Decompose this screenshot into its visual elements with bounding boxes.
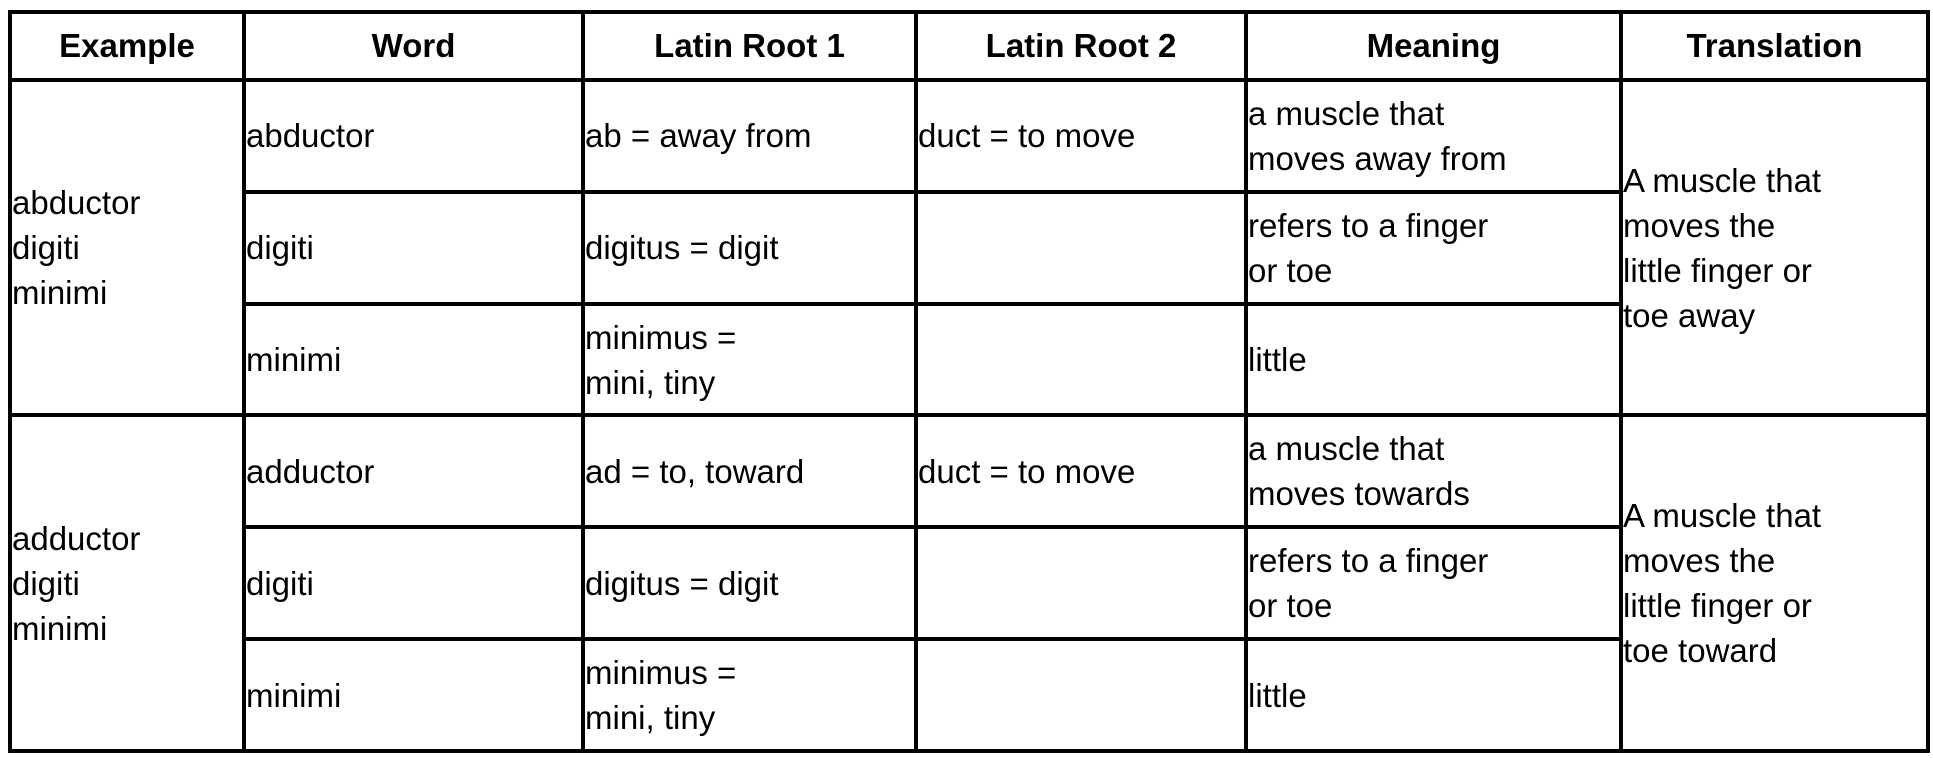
text-line: a muscle that <box>1248 430 1445 468</box>
text-line: little finger or <box>1623 251 1812 289</box>
latin-root-2-cell <box>914 637 1248 753</box>
header-latin-root-1: Latin Root 1 <box>581 10 918 82</box>
word-cell: minimi <box>242 637 585 753</box>
latin-root-2-cell: duct = to move <box>914 413 1248 530</box>
meaning-cell: refers to a finger or toe <box>1244 189 1623 306</box>
latin-root-1-cell: ad = to, toward <box>581 413 918 530</box>
word-cell: adductor <box>242 413 585 530</box>
text-line: abductor <box>12 184 141 222</box>
text-line: moves the <box>1623 542 1776 580</box>
text-line: refers to a finger <box>1248 206 1489 244</box>
text-line: ab = away from <box>585 117 812 155</box>
text-line: toe toward <box>1623 632 1778 670</box>
latin-root-1-cell: digitus = digit <box>581 189 918 306</box>
text-line: A muscle that <box>1623 497 1822 535</box>
latin-root-2-cell <box>914 525 1248 642</box>
table-row: adductor digiti minimi adductor ad = to, tow… <box>8 413 1930 753</box>
word-cell: abductor <box>242 78 585 194</box>
text-line: digitus = digit <box>585 564 779 602</box>
text-line: mini, tiny <box>585 699 716 737</box>
word-cell: digiti <box>242 525 585 642</box>
text-line: digiti <box>12 564 80 602</box>
latin-roots-table: Example Word Latin Root 1 Latin Root 2 M… <box>8 10 1930 753</box>
text-line: minimi <box>12 274 108 312</box>
text-line: moves the <box>1623 206 1776 244</box>
latin-root-2-cell <box>914 301 1248 418</box>
text-line: or toe <box>1248 251 1333 289</box>
translation-cell: A muscle that moves the little finger or to… <box>1619 413 1930 753</box>
header-word: Word <box>242 10 585 82</box>
word-cell: digiti <box>242 189 585 306</box>
meaning-cell: refers to a finger or toe <box>1244 525 1623 642</box>
text-line: mini, tiny <box>585 363 716 401</box>
latin-root-1-cell: ab = away from <box>581 78 918 194</box>
meaning-cell: a muscle that moves towards <box>1244 413 1623 530</box>
text-line: A muscle that <box>1623 161 1822 199</box>
latin-root-1-cell: digitus = digit <box>581 525 918 642</box>
meaning-cell: little <box>1244 637 1623 753</box>
text-line: little finger or <box>1623 587 1812 625</box>
text-line: adductor <box>12 519 141 557</box>
meaning-cell: little <box>1244 301 1623 418</box>
header-example: Example <box>8 10 246 82</box>
text-line: minimus = <box>585 318 737 356</box>
text-line: minimi <box>12 609 108 647</box>
table-row: abductor digiti minimi abductor ab = away fr… <box>8 77 1930 418</box>
text-line: digitus = digit <box>585 229 779 267</box>
header-row: Example Word Latin Root 1 Latin Root 2 M… <box>8 10 1930 82</box>
word-cell: minimi <box>242 301 585 418</box>
example-cell: abductor digiti minimi <box>8 77 246 418</box>
text-line: or toe <box>1248 587 1333 625</box>
latin-root-1-cell: minimus = mini, tiny <box>581 301 918 418</box>
latin-root-2-cell <box>914 189 1248 306</box>
latin-root-2-cell: duct = to move <box>914 78 1248 194</box>
header-translation: Translation <box>1619 10 1930 82</box>
example-cell: adductor digiti minimi <box>8 413 246 753</box>
translation-cell: A muscle that moves the little finger or to… <box>1619 77 1930 418</box>
text-line: digiti <box>12 229 80 267</box>
text-line: a muscle that <box>1248 94 1445 132</box>
text-line: moves away from <box>1248 139 1507 177</box>
text-line: moves towards <box>1248 475 1470 513</box>
text-line: ad = to, toward <box>585 452 805 490</box>
text-line: refers to a finger <box>1248 542 1489 580</box>
latin-root-1-cell: minimus = mini, tiny <box>581 637 918 753</box>
text-line: minimus = <box>585 654 737 692</box>
meaning-cell: a muscle that moves away from <box>1244 78 1623 194</box>
text-line: little <box>1248 676 1307 714</box>
text-line: little <box>1248 341 1307 379</box>
header-latin-root-2: Latin Root 2 <box>914 10 1248 82</box>
text-line: toe away <box>1623 296 1756 334</box>
header-meaning: Meaning <box>1244 10 1623 82</box>
